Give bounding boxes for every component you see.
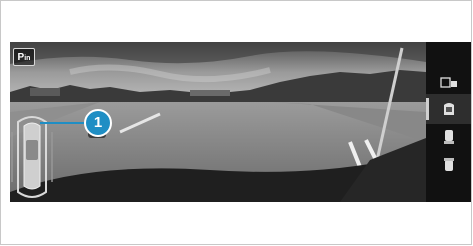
rear-camera-icon	[443, 130, 454, 144]
front-camera-icon	[443, 158, 454, 171]
front-camera-button[interactable]	[426, 150, 471, 180]
car-top-view-button[interactable]	[426, 94, 471, 124]
callout-marker: 1	[84, 109, 112, 137]
mode-badge-sub: in	[24, 55, 31, 62]
callout-connector	[40, 122, 86, 124]
parking-mode-badge: Pin	[13, 48, 35, 66]
parking-camera-icon	[439, 77, 457, 88]
bottom-margin	[1, 202, 471, 244]
top-margin	[1, 1, 471, 41]
car-top-view-icon	[443, 103, 454, 115]
active-indicator	[426, 98, 429, 120]
rear-camera-button[interactable]	[426, 122, 471, 152]
camera-side-panel	[426, 42, 471, 202]
